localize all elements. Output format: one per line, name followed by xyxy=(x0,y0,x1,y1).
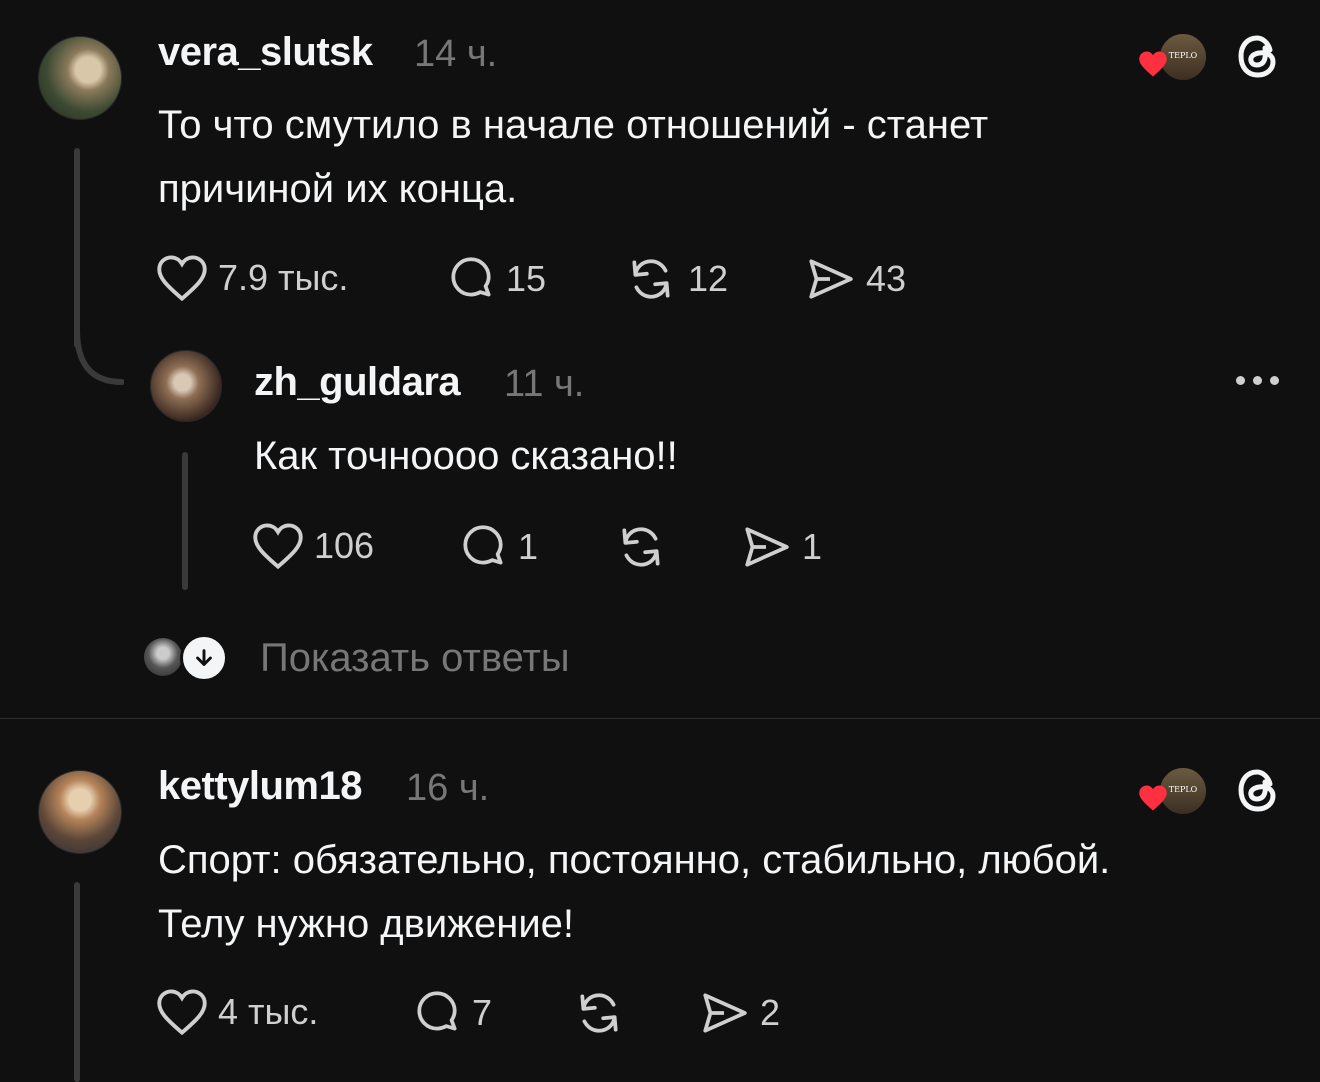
like-count: 7.9 тыс. xyxy=(218,257,349,298)
post-text-line: То что смутило в начале отношений - стан… xyxy=(158,103,989,147)
repost-button[interactable] xyxy=(572,988,636,1038)
thread-line xyxy=(74,882,80,1082)
thread-curve xyxy=(74,330,124,385)
repost-button[interactable] xyxy=(614,522,678,572)
liked-by-badge[interactable]: TEPLO xyxy=(1138,766,1208,816)
comment-icon xyxy=(451,257,491,297)
like-button[interactable]: 7.9 тыс. xyxy=(156,254,348,302)
heart-icon xyxy=(157,255,207,302)
share-count: 43 xyxy=(866,258,907,299)
like-count: 4 тыс. xyxy=(218,991,319,1032)
like-count: 106 xyxy=(314,525,375,566)
heart-filled-icon xyxy=(1139,785,1167,811)
share-icon xyxy=(809,259,853,299)
repost-button[interactable]: 12 xyxy=(624,254,728,304)
comment-button[interactable]: 1 xyxy=(458,522,538,572)
more-icon[interactable] xyxy=(1236,376,1279,385)
username[interactable]: zh_guldara xyxy=(254,360,461,405)
post-text-line: причиной их конца. xyxy=(158,167,518,211)
timestamp: 16 ч. xyxy=(406,767,490,809)
avatar[interactable] xyxy=(38,36,122,120)
comment-count: 7 xyxy=(472,992,493,1033)
post-text: Спорт: обязательно, постоянно, стабильно… xyxy=(158,828,1298,956)
show-replies-button[interactable]: Показать ответы xyxy=(144,632,570,684)
avatar[interactable] xyxy=(150,350,222,422)
reply-avatar-stack xyxy=(144,634,228,682)
comment-icon xyxy=(417,991,457,1031)
comment-button[interactable]: 7 xyxy=(412,988,492,1038)
share-icon xyxy=(745,527,789,567)
share-button[interactable]: 1 xyxy=(740,522,822,572)
share-button[interactable]: 43 xyxy=(804,254,906,304)
threads-logo-icon[interactable] xyxy=(1232,28,1284,84)
avatar[interactable] xyxy=(38,770,122,854)
share-button[interactable]: 2 xyxy=(698,988,780,1038)
comment-count: 1 xyxy=(518,526,539,567)
comment-count: 15 xyxy=(506,258,547,299)
share-icon xyxy=(703,993,747,1033)
like-button[interactable]: 106 xyxy=(252,522,374,570)
repost-icon xyxy=(580,993,618,1033)
like-button[interactable]: 4 тыс. xyxy=(156,988,318,1036)
reply-text: Как точноооо сказано!! xyxy=(254,434,678,478)
repost-icon xyxy=(632,259,670,299)
repost-count: 12 xyxy=(688,258,729,299)
thread-line xyxy=(74,148,80,348)
username[interactable]: vera_slutsk xyxy=(158,30,373,75)
comment-button[interactable]: 15 xyxy=(446,254,546,304)
divider xyxy=(0,718,1320,719)
timestamp: 11 ч. xyxy=(504,363,585,405)
post-text: То что смутило в начале отношений - стан… xyxy=(158,93,1258,221)
heart-icon xyxy=(157,989,207,1036)
comment-icon xyxy=(463,525,503,565)
post-text-line: Спорт: обязательно, постоянно, стабильно… xyxy=(158,838,1111,882)
heart-icon xyxy=(253,523,303,570)
threads-logo-icon[interactable] xyxy=(1232,762,1284,818)
timestamp: 14 ч. xyxy=(414,33,498,75)
avatar xyxy=(144,638,182,676)
post-text-line: Телу нужно движение! xyxy=(158,902,575,946)
thread-line xyxy=(182,452,188,590)
share-count: 1 xyxy=(802,526,823,567)
liked-by-badge[interactable]: TEPLO xyxy=(1138,32,1208,82)
show-replies-label: Показать ответы xyxy=(260,635,570,680)
username[interactable]: kettylum18 xyxy=(158,764,362,809)
repost-icon xyxy=(622,527,660,567)
heart-filled-icon xyxy=(1139,51,1167,77)
share-count: 2 xyxy=(760,992,781,1033)
arrow-down-icon xyxy=(180,634,228,682)
